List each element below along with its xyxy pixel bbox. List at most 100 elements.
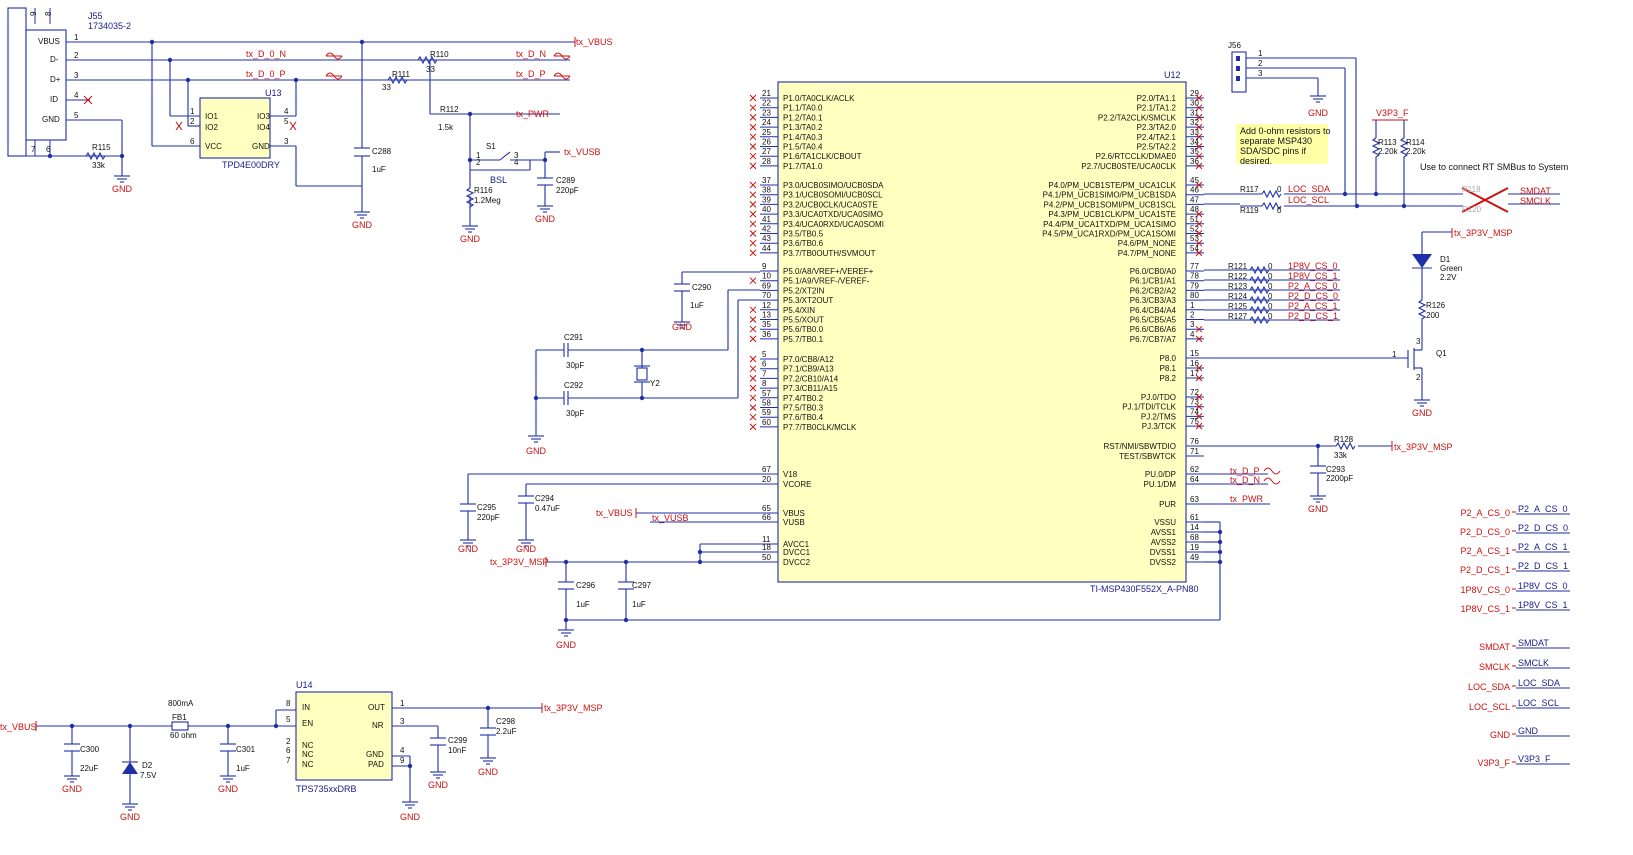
resistor-ref: R125 xyxy=(1228,302,1248,311)
svg-text:VBUS: VBUS xyxy=(38,37,60,46)
pin-number: 24 xyxy=(762,118,771,127)
net-label: LOC_SCL xyxy=(1288,195,1329,205)
svg-text:C297: C297 xyxy=(632,581,652,590)
resistor-r110: R110 33 xyxy=(417,50,449,74)
pin-label: P6.1/CB1/A1 xyxy=(1130,277,1177,286)
pin-label: P1.3/TA0.2 xyxy=(783,123,823,132)
svg-text:NC: NC xyxy=(302,750,314,759)
svg-text:2.2V: 2.2V xyxy=(1440,273,1457,282)
svg-text:C295: C295 xyxy=(477,503,497,512)
pin-number: 41 xyxy=(762,215,771,224)
pin-label: P2.7/UCB0STE/UCA0CLK xyxy=(1081,162,1176,171)
svg-text:3: 3 xyxy=(284,137,289,146)
svg-text:GND: GND xyxy=(458,544,479,554)
offpage-target-label: LOC_SCL xyxy=(1518,698,1559,708)
svg-text:D+: D+ xyxy=(50,75,61,84)
svg-text:7: 7 xyxy=(31,145,36,154)
net-label: tx_VUSB xyxy=(652,513,689,523)
chip-u14: U14 TPS735xxDRB IN EN NC NC NC OUT NR GN… xyxy=(286,680,405,794)
pin-label: RST/NMI/SBWTDIO xyxy=(1104,442,1176,451)
pin-label: P3.6/TB0.6 xyxy=(783,239,824,248)
offpage-source-label: P2_D_CS_0 xyxy=(1460,527,1510,537)
svg-text:1uF: 1uF xyxy=(690,301,704,310)
pin-label: P5.2/XT2IN xyxy=(783,286,825,295)
net-label: tx_3P3V_MSP xyxy=(544,703,603,713)
resistor-value: 0 xyxy=(1268,282,1273,291)
net-label: tx_PWR xyxy=(1230,494,1264,504)
svg-text:3: 3 xyxy=(400,717,405,726)
u12-ref: U12 xyxy=(1164,70,1181,80)
svg-text:VCC: VCC xyxy=(205,142,222,151)
resistor-value: 0 xyxy=(1268,292,1273,301)
svg-text:33: 33 xyxy=(382,83,391,92)
switch-s1: S1 1 2 3 4 BSL tx_VUSB xyxy=(467,142,601,188)
no-connect-mark xyxy=(749,123,757,131)
pin-label: P6.7/CB7/A7 xyxy=(1130,335,1177,344)
svg-text:D1: D1 xyxy=(1440,255,1451,264)
svg-text:6: 6 xyxy=(190,137,195,146)
net-label: P2_D_CS_0 xyxy=(1288,291,1338,301)
svg-text:1: 1 xyxy=(1258,49,1263,58)
svg-text:0: 0 xyxy=(1277,206,1282,215)
pin-label: PJ.2/TMS xyxy=(1141,412,1176,421)
svg-text:2.2uF: 2.2uF xyxy=(496,727,517,736)
no-connect-mark xyxy=(749,181,757,189)
svg-text:C293: C293 xyxy=(1326,465,1346,474)
pin-label: P1.5/TA0.4 xyxy=(783,143,823,152)
svg-text:1: 1 xyxy=(400,699,405,708)
no-connect-mark xyxy=(749,143,757,150)
svg-text:2: 2 xyxy=(476,158,481,167)
offpage-target-label: P2_D_CS_1 xyxy=(1518,561,1568,571)
pin-number: 28 xyxy=(762,157,771,166)
pin-label: P5.6/TB0.0 xyxy=(783,325,824,334)
net-label: tx_3P3V_MSP xyxy=(1394,442,1453,452)
no-connect-mark xyxy=(749,94,757,102)
gnd-symbol: GND xyxy=(352,211,373,230)
pin-number: 69 xyxy=(762,281,771,290)
mcu-right-wiring-2: tx_3P3V_MSP D1 Green 2.2V R126 200 1 3 2… xyxy=(1204,228,1513,514)
pin-label: P4.7/PM_NONE xyxy=(1118,249,1176,258)
resistor-ref: R124 xyxy=(1228,292,1248,301)
svg-text:1: 1 xyxy=(190,107,195,116)
pin-number: 58 xyxy=(762,399,771,408)
resistor-r111: R111 33 xyxy=(382,70,410,92)
pin-label: DVCC2 xyxy=(783,558,811,567)
pin-number: 6 xyxy=(762,360,767,369)
pin-label: P2.5/TA2.2 xyxy=(1137,143,1177,152)
svg-text:GND: GND xyxy=(112,184,133,194)
net-label: 1P8V_CS_0 xyxy=(1288,261,1338,271)
pin-label: VCORE xyxy=(783,480,811,489)
net-label: P2_D_CS_1 xyxy=(1288,311,1338,321)
resistor-ref: R122 xyxy=(1228,272,1248,281)
pin-label: P2.0/TA1.1 xyxy=(1137,94,1177,103)
no-connect-mark xyxy=(749,355,757,363)
svg-text:ID: ID xyxy=(50,95,58,104)
pin-label: VBUS xyxy=(783,509,805,518)
offpage-target-label: LOC_SDA xyxy=(1518,678,1560,688)
pin-number: 20 xyxy=(762,475,771,484)
offpage-target-label: 1P8V_CS_0 xyxy=(1518,581,1568,591)
pin-label: PJ.1/TDI/TCLK xyxy=(1122,403,1176,412)
pin-label: P3.5/TB0.5 xyxy=(783,230,824,239)
svg-text:R120: R120 xyxy=(1462,205,1482,214)
resistor-r112: R112 1.5k xyxy=(438,105,459,132)
svg-text:GND: GND xyxy=(62,784,83,794)
svg-text:22uF: 22uF xyxy=(80,764,98,773)
resistor-value: 0 xyxy=(1268,262,1273,271)
net-label: tx_VUSB xyxy=(564,147,601,157)
pin-number: 66 xyxy=(762,513,771,522)
smbus-note: Use to connect RT SMBus to System xyxy=(1420,162,1568,172)
svg-text:C291: C291 xyxy=(564,333,584,342)
no-connect-mark xyxy=(749,152,757,160)
no-connect-mark xyxy=(749,335,757,343)
no-connect-mark xyxy=(749,306,757,314)
schematic-canvas: 9 8 J55 1734035-2 VBUS D- D+ ID GND 1 2 … xyxy=(0,7,1570,822)
svg-text:5: 5 xyxy=(286,715,291,724)
pin-number: 37 xyxy=(762,176,771,185)
svg-text:10nF: 10nF xyxy=(448,746,466,755)
net-label: tx_D_N xyxy=(1230,475,1260,485)
svg-text:Add 0-ohm resistors to: Add 0-ohm resistors to xyxy=(1240,126,1331,136)
no-connect-mark xyxy=(749,413,757,421)
pin-label: P8.2 xyxy=(1160,374,1177,383)
pin-number: 42 xyxy=(762,225,771,234)
